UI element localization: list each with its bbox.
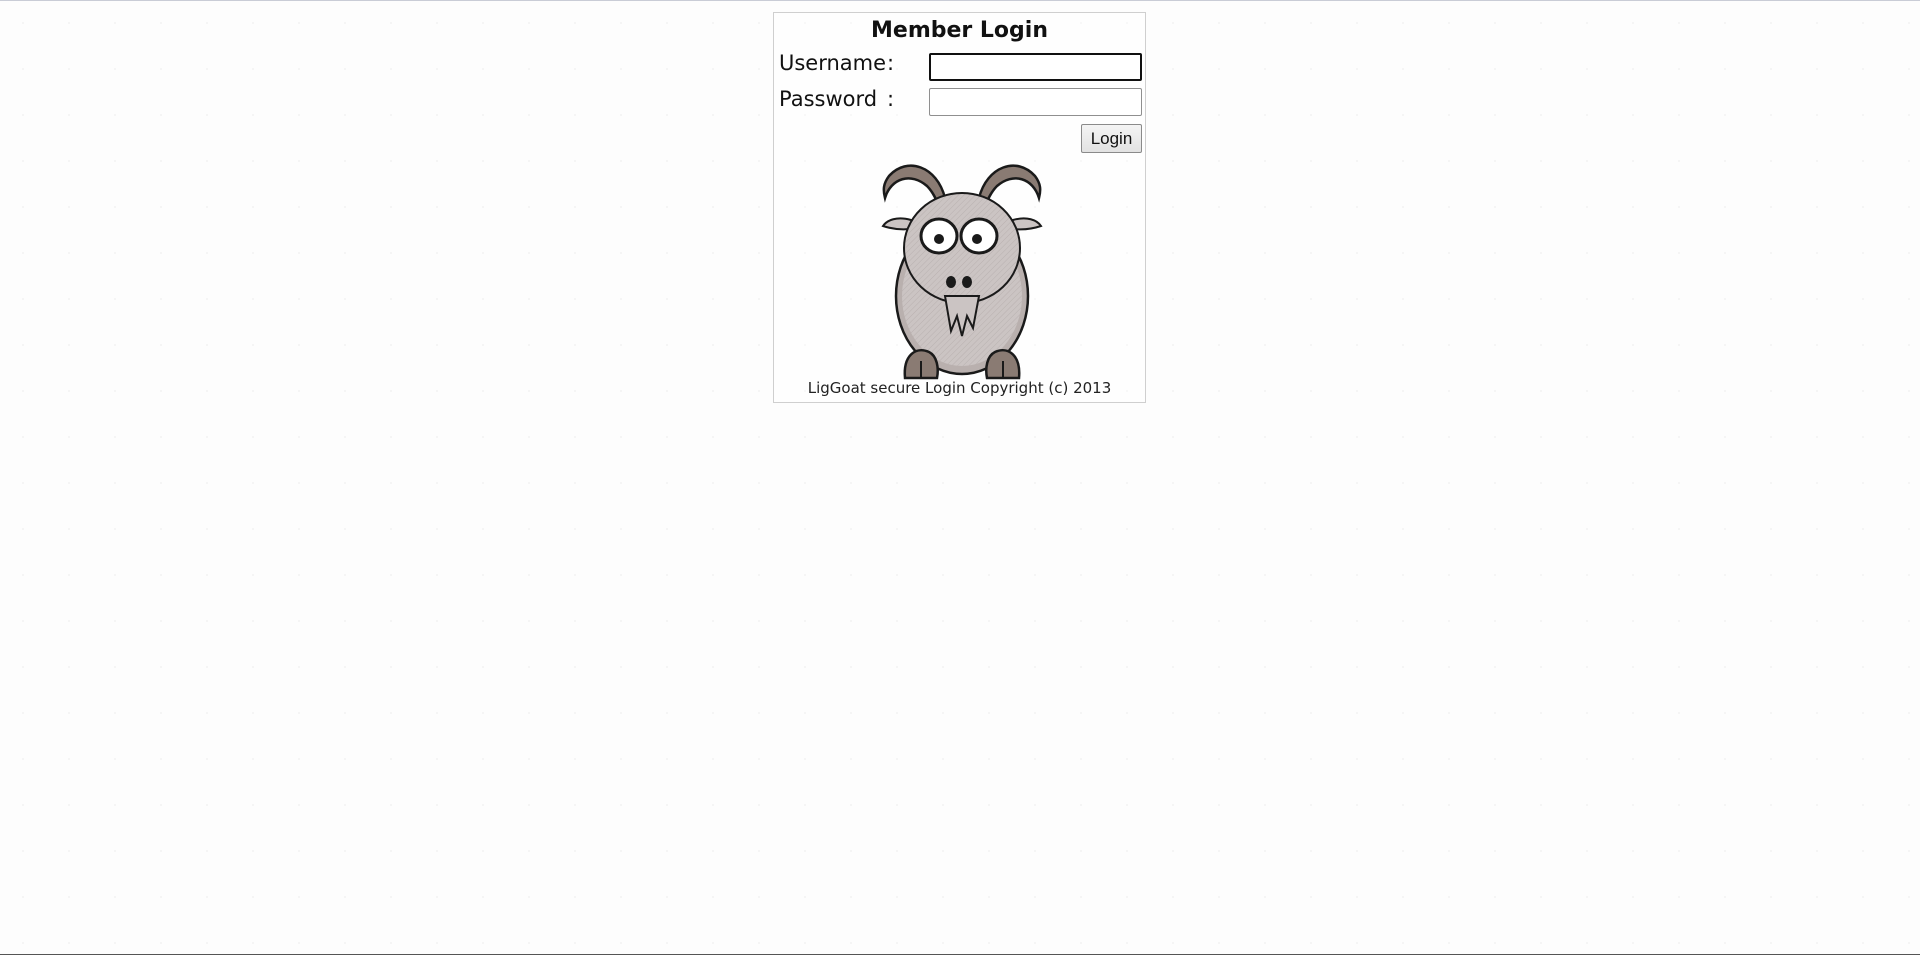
copyright-footer: LigGoat secure Login Copyright (c) 2013 <box>807 379 1112 397</box>
goat-logo-icon <box>867 156 1057 386</box>
username-label: Username <box>779 51 887 75</box>
page-title: Member Login <box>871 18 1048 43</box>
username-input[interactable] <box>929 53 1142 81</box>
password-input[interactable] <box>929 88 1142 116</box>
login-panel: Member Login Username : Password : Login <box>773 12 1146 403</box>
login-button[interactable]: Login <box>1081 124 1142 153</box>
password-label: Password <box>779 87 878 111</box>
username-colon: : <box>887 51 895 75</box>
password-colon: : <box>887 87 895 111</box>
